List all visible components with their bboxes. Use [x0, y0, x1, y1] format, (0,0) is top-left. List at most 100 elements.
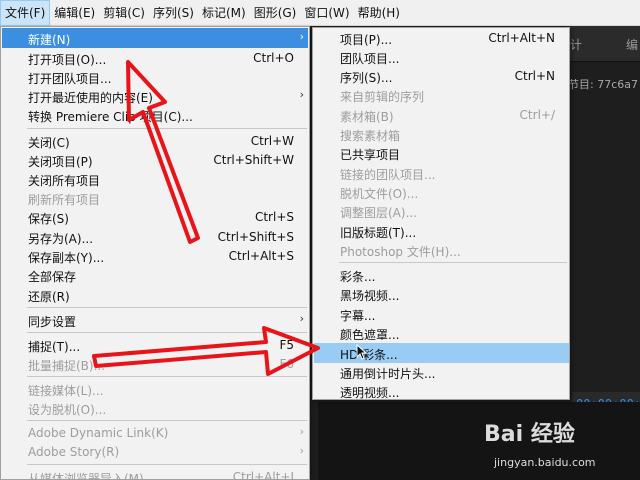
menu-item-label: 黑场视频... — [340, 289, 400, 303]
menu-item-label: 团队项目... — [340, 52, 400, 66]
new-bars-and-tone[interactable]: 彩条... — [314, 265, 569, 285]
new-bin: 素材箱(B) Ctrl+/ — [314, 105, 569, 125]
menu-item-label: 关闭所有项目 — [28, 174, 101, 188]
new-color-matte[interactable]: 颜色遮罩... — [314, 323, 569, 343]
new-team-project[interactable]: 团队项目... — [314, 47, 569, 67]
file-menu-new[interactable]: 新建(N) › — [2, 28, 308, 48]
menu-item-label: 脱机文件(O)... — [340, 187, 419, 201]
menu-item-label: 素材箱(B) — [340, 110, 394, 124]
menu-item-label: 字幕... — [340, 309, 376, 323]
file-menu-sync-settings[interactable]: 同步设置 › — [2, 310, 308, 330]
new-adjustment-layer: 调整图层(A)... — [314, 201, 569, 221]
menu-item-shortcut: Ctrl+Alt+I — [232, 470, 294, 480]
file-menu-save-copy[interactable]: 保存副本(Y)... Ctrl+Alt+S — [2, 246, 308, 266]
menu-item-shortcut: Ctrl+/ — [519, 108, 555, 122]
menu-item-label: Photoshop 文件(H)... — [340, 245, 461, 259]
menu-item-label: 搜索素材箱 — [340, 129, 401, 143]
menu-item-label: 新建(N) — [28, 33, 71, 47]
chevron-right-icon: › — [299, 88, 304, 101]
new-shared-project[interactable]: 已共享项目 — [314, 143, 569, 163]
menu-file[interactable]: 文件(F) — [0, 0, 51, 26]
menu-item-shortcut: Ctrl+Alt+S — [228, 249, 294, 263]
menu-graphics[interactable]: 图形(G) — [250, 0, 301, 26]
new-offline-file: 脱机文件(O)... — [314, 182, 569, 202]
file-menu-save-all[interactable]: 全部保存 — [2, 265, 308, 285]
menu-item-label: 彩条... — [340, 270, 376, 284]
menu-item-label: 来自剪辑的序列 — [340, 90, 425, 104]
file-menu-convert-clip[interactable]: 转换 Premiere Clip 项目(C)... — [2, 105, 308, 125]
new-linked-team-project: 链接的团队项目... — [314, 163, 569, 183]
file-menu-save-as[interactable]: 另存为(A)... Ctrl+Shift+S — [2, 227, 308, 247]
menu-item-label: 旧版标题(T)... — [340, 226, 417, 240]
menu-item-label: Adobe Story(R) — [28, 445, 120, 459]
menu-help[interactable]: 帮助(H) — [354, 0, 404, 26]
menu-separator — [27, 332, 307, 333]
menu-window[interactable]: 窗口(W) — [300, 0, 353, 26]
new-sequence[interactable]: 序列(S)... Ctrl+N — [314, 66, 569, 86]
new-submenu: 项目(P)... Ctrl+Alt+N 团队项目... 序列(S)... Ctr… — [312, 27, 570, 400]
new-legacy-title[interactable]: 旧版标题(T)... — [314, 221, 569, 241]
file-menu-close[interactable]: 关闭(C) Ctrl+W — [2, 131, 308, 151]
new-black-video[interactable]: 黑场视频... — [314, 284, 569, 304]
panel-tab-b[interactable]: 编 — [626, 36, 638, 53]
menu-item-shortcut: Ctrl+N — [514, 69, 555, 83]
menu-sequence[interactable]: 序列(S) — [149, 0, 198, 26]
file-menu-batch-capture: 批量捕捉(B)... F6 — [2, 354, 308, 374]
menu-item-label: 另存为(A)... — [28, 232, 94, 246]
menu-item-label: 保存(S) — [28, 212, 69, 226]
menu-item-label: 同步设置 — [28, 315, 77, 329]
menu-item-label: 批量捕捉(B)... — [28, 359, 106, 373]
file-menu-adobe-story: Adobe Story(R) › — [2, 442, 308, 462]
menu-separator — [27, 128, 307, 129]
file-menu-close-all-projects[interactable]: 关闭所有项目 — [2, 169, 308, 189]
menu-item-label: 还原(R) — [28, 290, 70, 304]
menu-item-label: 捕捉(T)... — [28, 340, 81, 354]
menu-item-label: 打开项目(O)... — [28, 53, 107, 67]
file-menu-open-team-project[interactable]: 打开团队项目... — [2, 67, 308, 87]
menu-markers[interactable]: 标记(M) — [198, 0, 250, 26]
watermark-logo-text: Bai 经验 — [484, 422, 575, 447]
new-universal-countdown[interactable]: 通用倒计时片头... — [314, 362, 569, 382]
new-search-bin: 搜索素材箱 — [314, 124, 569, 144]
file-menu-open-project[interactable]: 打开项目(O)... Ctrl+O — [2, 48, 308, 68]
menu-item-label: 链接媒体(L)... — [28, 384, 104, 398]
file-menu-import-media-browser: 从媒体浏览器导入(M) Ctrl+Alt+I — [2, 467, 308, 480]
baidu-watermark: Bai 经验 jingyan.baidu.com — [484, 416, 634, 478]
menu-item-label: 关闭项目(P) — [28, 155, 93, 169]
menu-bar: 文件(F) 编辑(E) 剪辑(C) 序列(S) 标记(M) 图形(G) 窗口(W… — [0, 0, 640, 26]
menu-item-shortcut: Ctrl+O — [253, 51, 294, 65]
menu-clip[interactable]: 剪辑(C) — [99, 0, 149, 26]
menu-item-shortcut: Ctrl+Alt+N — [488, 31, 555, 45]
new-captions[interactable]: 字幕... — [314, 304, 569, 324]
mouse-cursor-icon — [356, 344, 368, 360]
file-menu-open-recent[interactable]: 打开最近使用的内容(E) › — [2, 86, 308, 106]
menu-separator — [27, 420, 307, 421]
new-project[interactable]: 项目(P)... Ctrl+Alt+N — [314, 28, 569, 48]
menu-item-label: 项目(P)... — [340, 33, 393, 47]
menu-item-shortcut: Ctrl+Shift+W — [213, 153, 294, 167]
menu-edit[interactable]: 编辑(E) — [50, 0, 99, 26]
new-hd-bars-and-tone[interactable]: HD 彩条... — [314, 343, 569, 363]
menu-item-label: 刷新所有项目 — [28, 193, 101, 207]
new-transparent-video[interactable]: 透明视频... — [314, 381, 569, 401]
menu-item-label: 调整图层(A)... — [340, 206, 418, 220]
menu-item-label: 序列(S)... — [340, 71, 393, 85]
file-menu: 新建(N) › 打开项目(O)... Ctrl+O 打开团队项目... 打开最近… — [0, 26, 310, 480]
file-menu-revert[interactable]: 还原(R) — [2, 285, 308, 305]
menu-item-label: Adobe Dynamic Link(K) — [28, 426, 169, 440]
file-menu-dynamic-link: Adobe Dynamic Link(K) › — [2, 423, 308, 443]
menu-separator — [27, 307, 307, 308]
menu-item-label: HD 彩条... — [340, 348, 398, 362]
panel-tab-a[interactable]: 计 — [570, 36, 582, 53]
chevron-right-icon: › — [299, 444, 304, 457]
file-menu-capture[interactable]: 捕捉(T)... F5 — [2, 335, 308, 355]
new-sequence-from-clip: 来自剪辑的序列 — [314, 85, 569, 105]
file-menu-make-offline: 设为脱机(O)... — [2, 398, 308, 418]
file-menu-close-project[interactable]: 关闭项目(P) Ctrl+Shift+W — [2, 150, 308, 170]
program-monitor-title: 节目: 77c6a7 — [568, 78, 638, 91]
file-menu-save[interactable]: 保存(S) Ctrl+S — [2, 207, 308, 227]
chevron-right-icon: › — [299, 30, 304, 43]
menu-item-label: 全部保存 — [28, 270, 77, 284]
menu-item-label: 设为脱机(O)... — [28, 403, 107, 417]
menu-item-shortcut: Ctrl+W — [250, 134, 294, 148]
